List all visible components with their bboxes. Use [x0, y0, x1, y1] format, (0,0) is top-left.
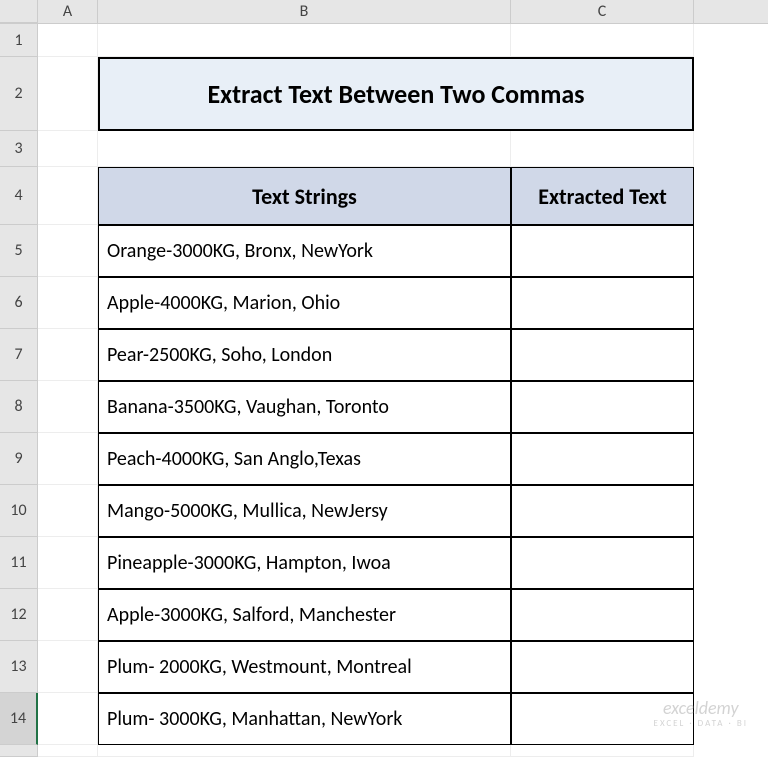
cells-grid: Extract Text Between Two Commas Text Str… [38, 24, 768, 757]
row-header-9[interactable]: 9 [0, 433, 38, 485]
cell-C11[interactable] [511, 537, 694, 589]
cell-B3[interactable] [98, 131, 511, 167]
cell-A13[interactable] [38, 641, 98, 693]
row-header-10[interactable]: 10 [0, 485, 38, 537]
col-header-B[interactable]: B [98, 0, 511, 23]
cell-A11[interactable] [38, 537, 98, 589]
cell-C14[interactable] [511, 693, 694, 745]
cell-C6[interactable] [511, 277, 694, 329]
row-header-15[interactable] [0, 745, 38, 757]
row-header-6[interactable]: 6 [0, 277, 38, 329]
cell-B1[interactable] [98, 24, 511, 57]
table-header-text-strings[interactable]: Text Strings [98, 167, 511, 225]
cell-C10[interactable] [511, 485, 694, 537]
cell-A3[interactable] [38, 131, 98, 167]
row-header-4[interactable]: 4 [0, 167, 38, 225]
title-cell[interactable]: Extract Text Between Two Commas [98, 57, 694, 131]
cell-B5[interactable]: Orange-3000KG, Bronx, NewYork [98, 225, 511, 277]
cell-A12[interactable] [38, 589, 98, 641]
cell-C12[interactable] [511, 589, 694, 641]
cell-C3[interactable] [511, 131, 694, 167]
cell-A5[interactable] [38, 225, 98, 277]
cell-C1[interactable] [511, 24, 694, 57]
cell-A8[interactable] [38, 381, 98, 433]
cell-B7[interactable]: Pear-2500KG, Soho, London [98, 329, 511, 381]
row-header-5[interactable]: 5 [0, 225, 38, 277]
cell-C15[interactable] [511, 745, 694, 757]
table-header-extracted[interactable]: Extracted Text [511, 167, 694, 225]
select-all-corner[interactable] [0, 0, 38, 23]
cell-C5[interactable] [511, 225, 694, 277]
cell-A1[interactable] [38, 24, 98, 57]
row-header-8[interactable]: 8 [0, 381, 38, 433]
row-header-2[interactable]: 2 [0, 57, 38, 131]
cell-A14[interactable] [38, 693, 98, 745]
row-header-11[interactable]: 11 [0, 537, 38, 589]
cell-B14[interactable]: Plum- 3000KG, Manhattan, NewYork [98, 693, 511, 745]
cell-A2[interactable] [38, 57, 98, 131]
row-header-3[interactable]: 3 [0, 131, 38, 167]
col-header-A[interactable]: A [38, 0, 98, 23]
cell-A4[interactable] [38, 167, 98, 225]
cell-B15[interactable] [98, 745, 511, 757]
row-headers: 1 2 3 4 5 6 7 8 9 10 11 12 13 14 [0, 24, 38, 757]
cell-B9[interactable]: Peach-4000KG, San Anglo,Texas [98, 433, 511, 485]
cell-B10[interactable]: Mango-5000KG, Mullica, NewJersy [98, 485, 511, 537]
row-header-1[interactable]: 1 [0, 24, 38, 57]
cell-A10[interactable] [38, 485, 98, 537]
cell-B6[interactable]: Apple-4000KG, Marion, Ohio [98, 277, 511, 329]
spreadsheet: A B C 1 2 3 4 5 6 7 8 9 10 11 12 13 14 [0, 0, 768, 757]
cell-A6[interactable] [38, 277, 98, 329]
cell-C9[interactable] [511, 433, 694, 485]
column-headers-row: A B C [0, 0, 768, 24]
row-header-7[interactable]: 7 [0, 329, 38, 381]
cell-B8[interactable]: Banana-3500KG, Vaughan, Toronto [98, 381, 511, 433]
cell-A7[interactable] [38, 329, 98, 381]
row-header-13[interactable]: 13 [0, 641, 38, 693]
cell-A15[interactable] [38, 745, 98, 757]
col-header-C[interactable]: C [511, 0, 694, 23]
cell-A9[interactable] [38, 433, 98, 485]
cell-C13[interactable] [511, 641, 694, 693]
cell-B11[interactable]: Pineapple-3000KG, Hampton, Iwoa [98, 537, 511, 589]
row-header-14[interactable]: 14 [0, 693, 38, 745]
cell-C8[interactable] [511, 381, 694, 433]
cell-C7[interactable] [511, 329, 694, 381]
row-header-12[interactable]: 12 [0, 589, 38, 641]
cell-B13[interactable]: Plum- 2000KG, Westmount, Montreal [98, 641, 511, 693]
cell-B12[interactable]: Apple-3000KG, Salford, Manchester [98, 589, 511, 641]
